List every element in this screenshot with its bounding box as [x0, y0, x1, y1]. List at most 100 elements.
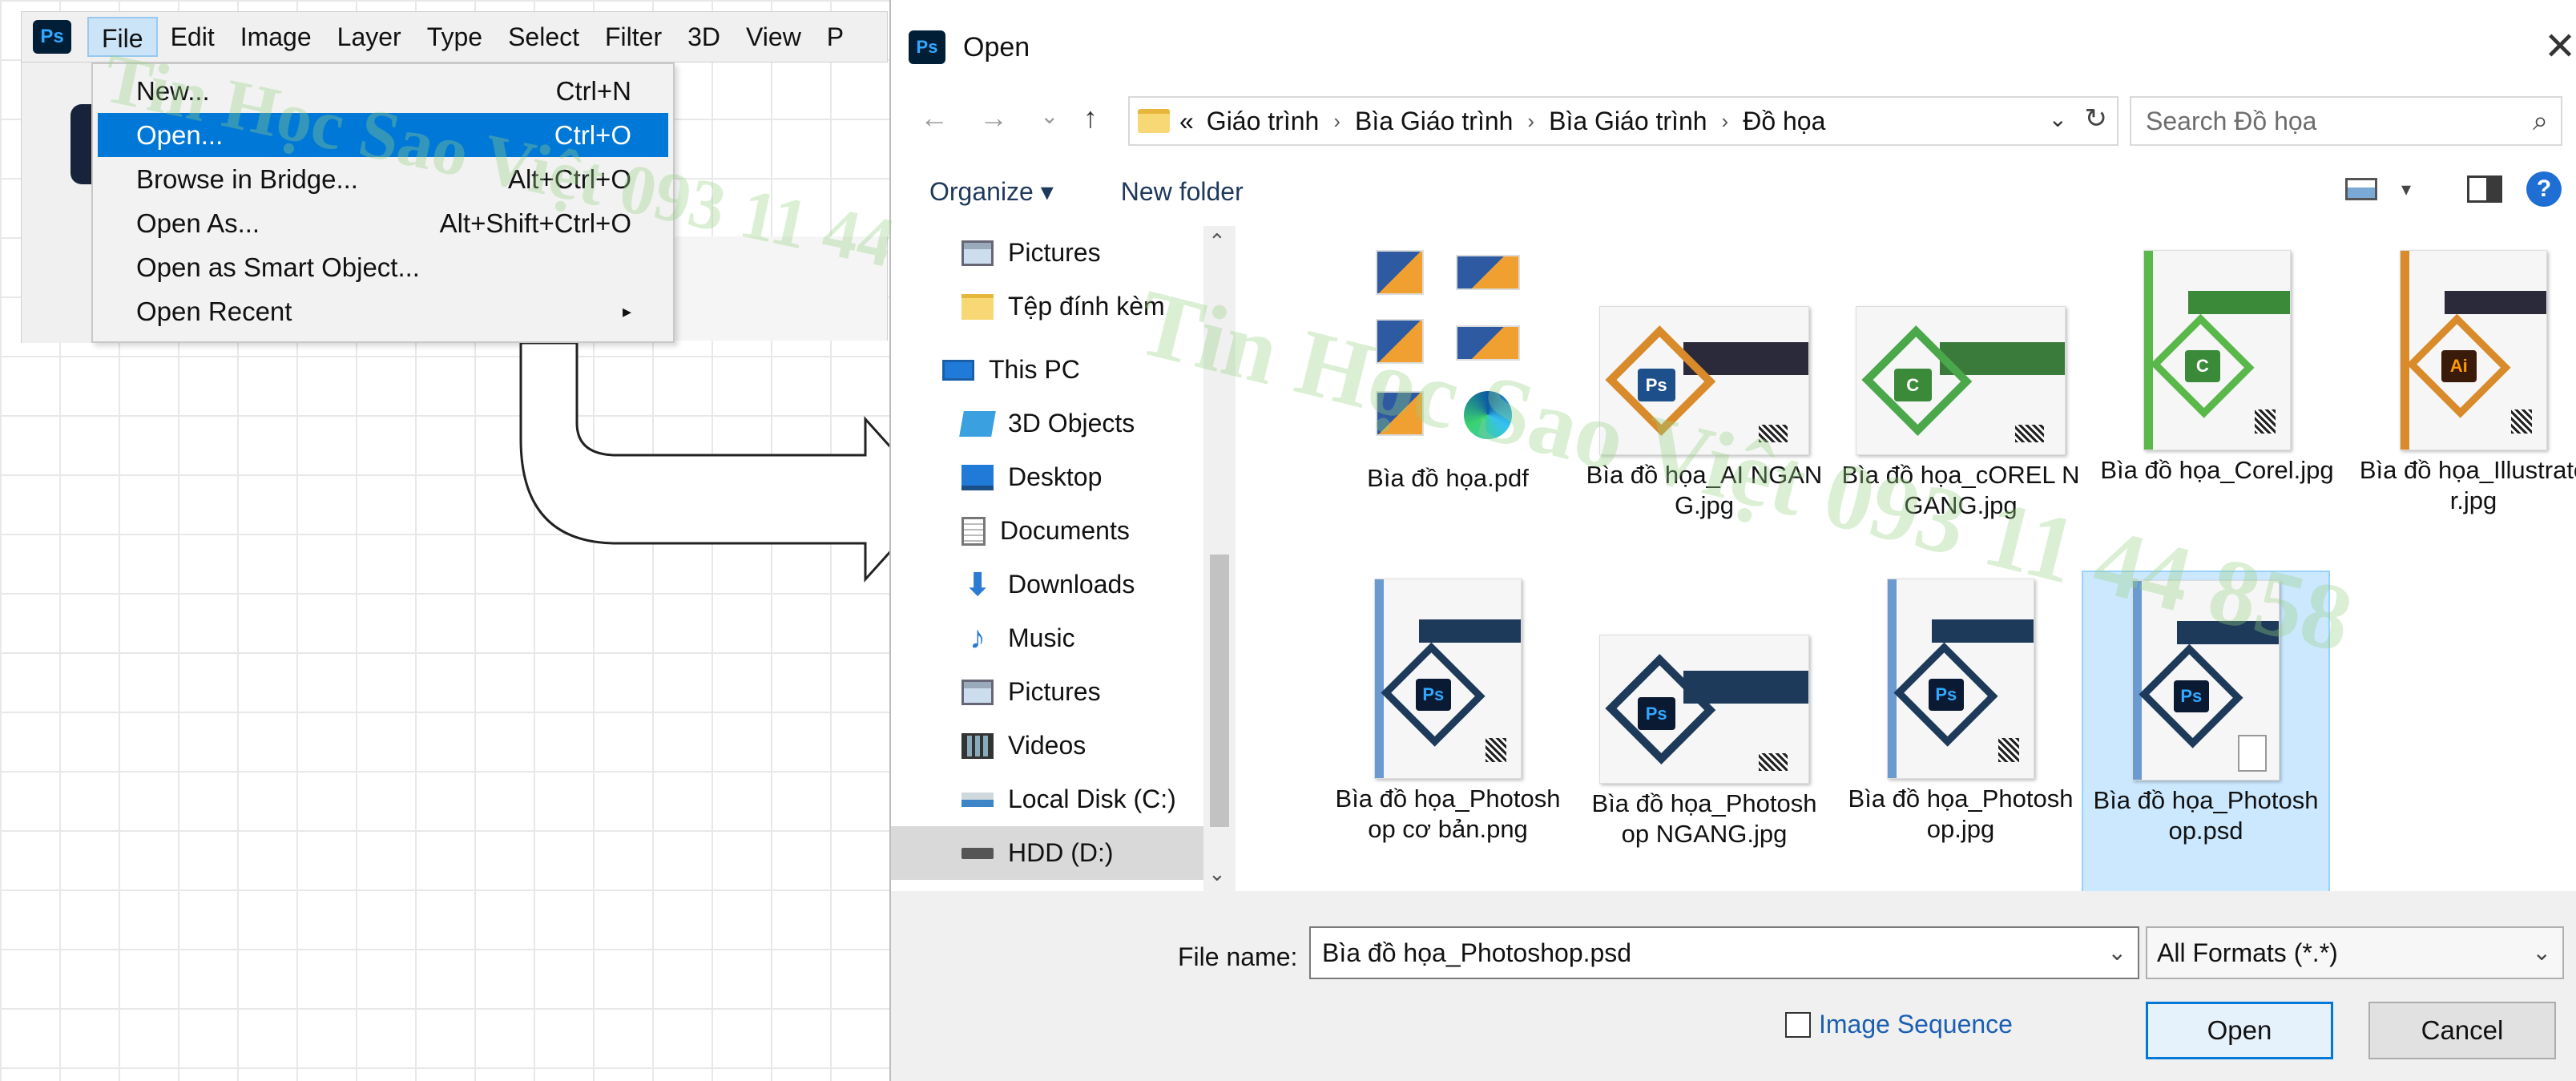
menu-item-label: Open As...	[136, 208, 260, 238]
menu-type[interactable]: Type	[414, 17, 495, 57]
menu-item-label: New...	[136, 75, 210, 106]
close-icon[interactable]: ✕	[2544, 24, 2576, 69]
file-item-bia-do-hoa-corel-ngang[interactable]: C Bìa đồ họa_cOREL NGANG.jpg	[1836, 306, 2085, 521]
desktop-icon	[961, 464, 994, 490]
videos-icon	[961, 732, 994, 759]
search-input[interactable]: Search Đồ họa ⌕	[2130, 96, 2562, 146]
sidebar-item-videos[interactable]: Videos	[891, 719, 1236, 772]
file-name-value: Bìa đồ họa_Photoshop.psd	[1322, 938, 1632, 967]
scroll-up-icon[interactable]: ⌃	[1208, 229, 1226, 254]
sidebar-item-label: Local Disk (C:)	[1008, 785, 1176, 813]
file-item-bia-do-hoa-photoshop-co-ban[interactable]: Ps Bìa đồ họa_Photoshop cơ bản.png	[1324, 579, 1572, 845]
file-item-bia-do-hoa-corel[interactable]: C Bìa đồ họa_Corel.jpg	[2093, 250, 2341, 486]
sidebar-item-downloads[interactable]: ⬇ Downloads	[891, 558, 1236, 611]
image-sequence-checkbox[interactable]	[1785, 1011, 1811, 1038]
back-arrow-icon[interactable]: ←	[920, 101, 949, 135]
pictures-icon	[961, 240, 994, 266]
file-menu-dropdown: New... Ctrl+N Open... Ctrl+O Browse in B…	[91, 63, 675, 343]
hdd-icon	[961, 847, 994, 859]
scroll-down-icon[interactable]: ⌄	[1208, 861, 1226, 886]
forward-arrow-icon[interactable]: →	[979, 101, 1008, 135]
cover-thumbnail: C	[1856, 306, 2066, 455]
pictures-icon	[961, 679, 994, 705]
menu-3d[interactable]: 3D	[675, 17, 733, 57]
cover-thumbnail: Ps	[1374, 579, 1522, 779]
file-name: Bìa đồ họa_Illustrator.jpg	[2359, 456, 2576, 514]
view-options-chevron-icon[interactable]: ▾	[2401, 178, 2411, 201]
sidebar-item-label: Desktop	[1008, 462, 1103, 491]
recent-locations-chevron-icon[interactable]: ⌄	[1040, 103, 1058, 129]
breadcrumb-item[interactable]: Bìa Giáo trình	[1549, 107, 1707, 136]
help-icon[interactable]: ?	[2526, 171, 2562, 207]
menu-item-new[interactable]: New... Ctrl+N	[93, 69, 673, 113]
menu-edit[interactable]: Edit	[158, 17, 228, 57]
file-format-select[interactable]: All Formats (*.*) ⌄	[2146, 926, 2564, 979]
menu-item-shortcut: Ctrl+N	[555, 75, 631, 106]
curved-arrow-icon	[519, 343, 940, 583]
sidebar-item-3d-objects[interactable]: 3D Objects	[891, 397, 1236, 450]
sidebar-item-this-pc[interactable]: This PC	[891, 343, 1236, 397]
organize-button[interactable]: Organize ▾	[929, 176, 1054, 207]
up-arrow-icon[interactable]: ↑	[1083, 101, 1098, 135]
edge-browser-icon	[1464, 391, 1512, 439]
chevron-down-icon[interactable]: ⌄	[2533, 939, 2551, 966]
menu-item-open-recent[interactable]: Open Recent ▸	[93, 289, 673, 333]
chevron-down-icon[interactable]: ⌄	[2108, 939, 2127, 966]
breadcrumb-item[interactable]: Giáo trình	[1207, 107, 1320, 136]
menu-image[interactable]: Image	[228, 17, 325, 57]
file-item-bia-do-hoa-pdf[interactable]: Bìa đồ họa.pdf	[1324, 245, 1572, 494]
menu-plugins-truncated[interactable]: P	[814, 17, 857, 57]
menu-view[interactable]: View	[733, 17, 814, 57]
file-item-bia-do-hoa-photoshop-jpg[interactable]: Ps Bìa đồ họa_Photoshop.jpg	[1836, 579, 2085, 845]
sidebar-item-music[interactable]: ♪ Music	[891, 611, 1236, 665]
sidebar-item-pictures-2[interactable]: Pictures	[891, 665, 1236, 719]
menu-item-open-as[interactable]: Open As... Alt+Shift+Ctrl+O	[93, 201, 673, 245]
file-name: Bìa đồ họa_Corel.jpg	[2100, 456, 2334, 484]
search-icon[interactable]: ⌕	[2533, 106, 2548, 137]
image-sequence-option[interactable]: Image Sequence	[1785, 1010, 2013, 1039]
sidebar-item-label: Pictures	[1008, 238, 1101, 267]
breadcrumb-item[interactable]: Đồ họa	[1743, 107, 1825, 136]
sidebar-item-pictures[interactable]: Pictures	[891, 226, 1236, 280]
music-icon: ♪	[970, 620, 986, 655]
breadcrumb-item[interactable]: Bìa Giáo trình	[1355, 107, 1513, 136]
downloads-icon: ⬇	[964, 567, 991, 603]
pdf-thumbnail	[1368, 245, 1528, 455]
address-dropdown-icon[interactable]: ⌄	[2049, 106, 2067, 132]
dialog-toolbar: Organize ▾ New folder ▾ ?	[891, 165, 2576, 218]
change-view-icon[interactable]	[2344, 178, 2377, 200]
cancel-button[interactable]: Cancel	[2368, 1002, 2556, 1059]
sidebar-item-label: Documents	[1000, 516, 1130, 545]
dialog-title: Open	[963, 31, 1030, 63]
preview-pane-icon[interactable]	[2467, 175, 2502, 203]
address-bar[interactable]: « Giáo trình › Bìa Giáo trình › Bìa Giáo…	[1128, 96, 2118, 146]
menu-layer[interactable]: Layer	[325, 17, 414, 57]
refresh-icon[interactable]: ↻	[2085, 103, 2108, 135]
menu-item-open[interactable]: Open... Ctrl+O	[98, 113, 668, 157]
sidebar-item-tep-dinh-kem[interactable]: Tệp đính kèm	[891, 280, 1236, 333]
navigation-scrollbar[interactable]: ⌃ ⌄	[1203, 226, 1236, 891]
new-folder-button[interactable]: New folder	[1121, 177, 1244, 207]
scrollbar-thumb[interactable]	[1210, 555, 1229, 827]
menu-select[interactable]: Select	[495, 17, 592, 57]
sidebar-item-local-disk-c[interactable]: Local Disk (C:)	[891, 772, 1236, 826]
file-format-value: All Formats (*.*)	[2157, 938, 2338, 967]
file-item-bia-do-hoa-illustrator[interactable]: Ai Bìa đồ họa_Illustrator.jpg	[2349, 250, 2576, 516]
menu-filter[interactable]: Filter	[592, 17, 675, 57]
menu-item-open-as-smart-object[interactable]: Open as Smart Object...	[93, 245, 673, 289]
file-list: Bìa đồ họa.pdf Ps Bìa đồ họa_AI NGANG.jp…	[1244, 226, 2576, 893]
file-item-bia-do-hoa-photoshop-ngang[interactable]: Ps Bìa đồ họa_Photoshop NGANG.jpg	[1580, 635, 1828, 849]
sidebar-item-hdd-d[interactable]: HDD (D:)	[891, 826, 1203, 880]
menu-file[interactable]: File	[87, 17, 158, 57]
file-name: Bìa đồ họa_Photoshop NGANG.jpg	[1591, 789, 1817, 848]
file-item-bia-do-hoa-photoshop-psd[interactable]: Ps Bìa đồ họa_Photoshop.psd	[2082, 571, 2330, 893]
sidebar-item-documents[interactable]: Documents	[891, 504, 1236, 558]
cover-thumbnail: Ps	[1599, 306, 1809, 455]
menu-item-browse-in-bridge[interactable]: Browse in Bridge... Alt+Ctrl+O	[93, 157, 673, 201]
breadcrumb-overflow[interactable]: «	[1179, 107, 1194, 136]
navigation-pane: Pictures Tệp đính kèm This PC 3D Objects…	[891, 226, 1236, 891]
sidebar-item-desktop[interactable]: Desktop	[891, 450, 1236, 504]
file-item-bia-do-hoa-ai-ngang[interactable]: Ps Bìa đồ họa_AI NGANG.jpg	[1580, 306, 1828, 521]
file-name-input[interactable]: Bìa đồ họa_Photoshop.psd ⌄	[1309, 926, 2139, 979]
open-button[interactable]: Open	[2146, 1002, 2333, 1059]
